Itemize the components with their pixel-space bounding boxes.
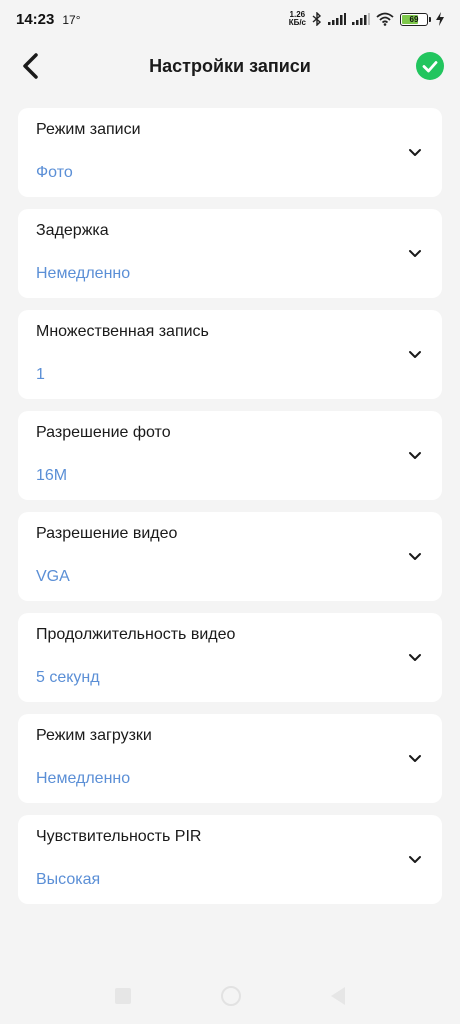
chevron-down-icon (409, 451, 421, 459)
wifi-icon (376, 12, 394, 26)
setting-upload-mode[interactable]: Режим загрузки Немедленно (18, 714, 442, 803)
status-left: 14:23 17° (16, 11, 81, 28)
system-back-button[interactable] (331, 987, 345, 1005)
chevron-down-icon (409, 552, 421, 560)
setting-value: 1 (36, 366, 45, 383)
setting-delay[interactable]: Задержка Немедленно (18, 209, 442, 298)
check-icon (422, 60, 438, 73)
status-bar: 14:23 17° 1.26 КБ/с 69 (0, 0, 460, 38)
chevron-down-icon (409, 653, 421, 661)
battery-icon: 69 (400, 12, 431, 26)
setting-label: Чувствительность PIR (36, 828, 202, 845)
net-speed-unit: КБ/с (288, 18, 306, 27)
signal-icon (328, 13, 346, 25)
signal-icon-2 (352, 13, 370, 25)
chevron-down-icon (409, 350, 421, 358)
status-time: 14:23 (16, 10, 55, 28)
setting-label: Множественная запись (36, 323, 209, 340)
setting-value: Высокая (36, 871, 101, 888)
setting-pir-sensitivity[interactable]: Чувствительность PIR Высокая (18, 815, 442, 904)
setting-label: Продолжительность видео (36, 626, 236, 643)
setting-value: 16M (36, 467, 68, 484)
battery-level: 69 (409, 14, 419, 24)
setting-value: Фото (36, 164, 73, 181)
setting-label: Режим записи (36, 121, 141, 138)
chevron-down-icon (409, 148, 421, 156)
setting-label: Задержка (36, 222, 109, 239)
bluetooth-icon (312, 12, 322, 26)
system-nav-bar (0, 976, 460, 1016)
setting-video-duration[interactable]: Продолжительность видео 5 секунд (18, 613, 442, 702)
setting-video-resolution[interactable]: Разрешение видео VGA (18, 512, 442, 601)
status-temperature: 17° (62, 12, 81, 27)
recents-button[interactable] (115, 988, 131, 1004)
setting-value: Немедленно (36, 770, 131, 787)
home-button[interactable] (221, 986, 241, 1006)
chevron-left-icon (21, 53, 39, 79)
chevron-down-icon (409, 754, 421, 762)
chevron-down-icon (409, 855, 421, 863)
setting-value: Немедленно (36, 265, 131, 282)
header: Настройки записи (0, 40, 460, 92)
settings-list: Режим записи Фото Задержка Немедленно Мн… (18, 108, 442, 904)
setting-value: 5 секунд (36, 669, 100, 686)
chevron-down-icon (409, 249, 421, 257)
setting-recording-mode[interactable]: Режим записи Фото (18, 108, 442, 197)
status-right: 1.26 КБ/с 69 (289, 11, 444, 27)
back-button[interactable] (14, 50, 46, 82)
net-speed: 1.26 КБ/с (289, 11, 306, 27)
page-title: Настройки записи (149, 55, 311, 76)
setting-value: VGA (36, 568, 70, 585)
setting-label: Разрешение видео (36, 525, 178, 542)
setting-label: Режим загрузки (36, 727, 152, 744)
charging-icon (436, 12, 444, 26)
confirm-button[interactable] (416, 52, 444, 80)
setting-label: Разрешение фото (36, 424, 171, 441)
setting-multi-shot[interactable]: Множественная запись 1 (18, 310, 442, 399)
setting-photo-resolution[interactable]: Разрешение фото 16M (18, 411, 442, 500)
